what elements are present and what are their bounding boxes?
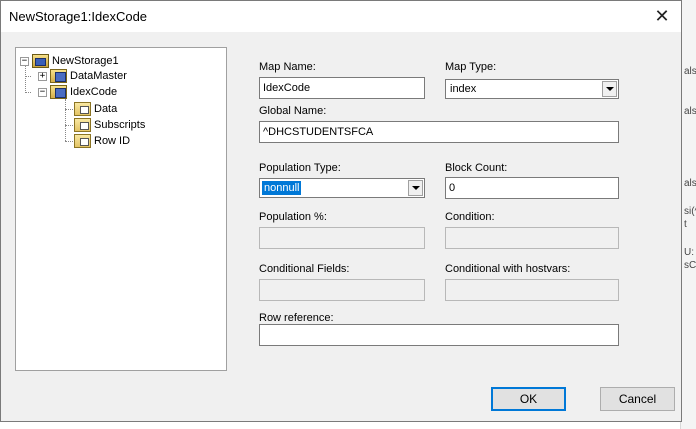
expand-icon[interactable]: +: [38, 71, 47, 81]
rowid-icon: [74, 134, 91, 148]
title-bar[interactable]: NewStorage1:IdexCode ✕: [1, 1, 681, 32]
condition-label: Condition:: [445, 211, 495, 223]
tree-node-label: IdexCode: [70, 86, 118, 98]
bg-snippet: sC: [684, 260, 696, 271]
tree-node-data[interactable]: Data: [74, 101, 117, 117]
tree-node-rowid[interactable]: Row ID: [74, 133, 130, 149]
collapse-icon[interactable]: −: [38, 87, 47, 97]
tree-node-newstorage1[interactable]: − NewStorage1: [20, 53, 119, 69]
population-type-label: Population Type:: [259, 162, 341, 174]
bg-snippet: als: [684, 66, 696, 77]
collapse-icon[interactable]: −: [20, 56, 29, 66]
tree-connector: [25, 66, 26, 93]
population-pct-label: Population %:: [259, 211, 327, 223]
storage-tree[interactable]: − NewStorage1 + DataMaster − IdexCode Da…: [15, 47, 227, 371]
tree-node-label: DataMaster: [70, 70, 127, 82]
tree-node-label: NewStorage1: [52, 55, 119, 67]
bg-snippet: U:: [684, 247, 694, 258]
population-pct-input[interactable]: [259, 227, 425, 249]
cancel-button[interactable]: Cancel: [600, 387, 675, 411]
map-type-label: Map Type:: [445, 61, 497, 73]
conditional-fields-label: Conditional Fields:: [259, 263, 350, 275]
map-name-label: Map Name:: [259, 61, 316, 73]
close-button[interactable]: ✕: [643, 1, 681, 32]
map-type-value: index: [450, 83, 477, 95]
subscripts-icon: [74, 118, 91, 132]
tree-connector: [65, 99, 66, 141]
conditional-fields-input[interactable]: [259, 279, 425, 301]
window-title: NewStorage1:IdexCode: [9, 9, 148, 24]
tree-node-datamaster[interactable]: + DataMaster: [38, 68, 127, 84]
conditional-hostvars-input[interactable]: [445, 279, 619, 301]
tree-connector: [65, 109, 73, 110]
population-type-value: nonnull: [262, 181, 302, 195]
bg-snippet: t: [684, 219, 687, 230]
tree-node-subscripts[interactable]: Subscripts: [74, 117, 145, 133]
dropdown-button[interactable]: [602, 81, 617, 97]
tree-connector: [65, 125, 73, 126]
bg-snippet: als: [684, 178, 696, 189]
map-icon: [50, 69, 67, 83]
row-reference-input[interactable]: [259, 324, 619, 346]
bg-snippet: si(^: [684, 206, 696, 217]
global-name-label: Global Name:: [259, 105, 327, 117]
map-icon: [50, 85, 67, 99]
conditional-hostvars-label: Conditional with hostvars:: [445, 263, 571, 275]
global-name-input[interactable]: ^DHCSTUDENTSFCA: [259, 121, 619, 143]
chevron-down-icon: [411, 186, 420, 190]
tree-connector: [25, 76, 31, 77]
storage-icon: [32, 54, 49, 68]
map-type-select[interactable]: index: [445, 79, 619, 99]
map-name-input[interactable]: IdexCode: [259, 77, 425, 99]
row-reference-label: Row reference:: [259, 312, 334, 324]
block-count-input[interactable]: 0: [445, 177, 619, 199]
tree-node-idexcode[interactable]: − IdexCode: [38, 84, 117, 100]
population-type-select[interactable]: nonnull: [259, 178, 425, 198]
ok-button[interactable]: OK: [491, 387, 566, 411]
data-icon: [74, 102, 91, 116]
block-count-label: Block Count:: [445, 162, 508, 174]
tree-node-label: Row ID: [94, 135, 131, 147]
tree-node-label: Data: [94, 103, 118, 115]
dropdown-button[interactable]: [408, 180, 423, 196]
condition-input[interactable]: [445, 227, 619, 249]
tree-node-label: Subscripts: [94, 119, 146, 131]
chevron-down-icon: [605, 87, 614, 91]
tree-connector: [25, 92, 31, 93]
tree-connector: [65, 141, 73, 142]
close-icon: ✕: [654, 6, 670, 26]
bg-snippet: als: [684, 106, 696, 117]
background-editor-right: als als als si(^ t U: sC: [680, 0, 696, 429]
map-properties-dialog: NewStorage1:IdexCode ✕ − NewStorage1 + D…: [0, 0, 682, 422]
